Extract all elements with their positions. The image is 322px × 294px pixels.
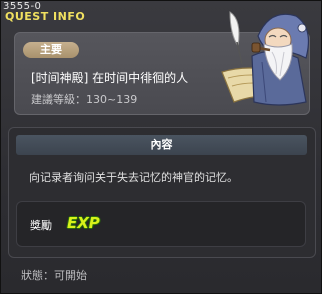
quest-info-window: 3555-0 QUEST INFO 主要 [时间神殿] 在时间中徘徊的人 建議等… xyxy=(0,0,322,294)
quest-category-badge: 主要 xyxy=(23,42,79,58)
quest-name: [时间神殿] 在时间中徘徊的人 xyxy=(31,71,189,85)
content-section-header: 內容 xyxy=(16,135,307,155)
window-title: QUEST INFO xyxy=(5,10,86,23)
exp-reward-icon[interactable]: EXP xyxy=(67,214,100,232)
quest-status: 狀態：可開始 xyxy=(21,269,87,282)
elder-sage-npc-icon xyxy=(221,11,309,106)
reward-label: 獎勵 xyxy=(30,219,52,232)
quest-description: 向记录者询问关于失去记忆的神官的记忆。 xyxy=(29,171,238,184)
recommended-level: 建議等級：130~139 xyxy=(31,93,138,106)
reward-box xyxy=(16,201,306,247)
